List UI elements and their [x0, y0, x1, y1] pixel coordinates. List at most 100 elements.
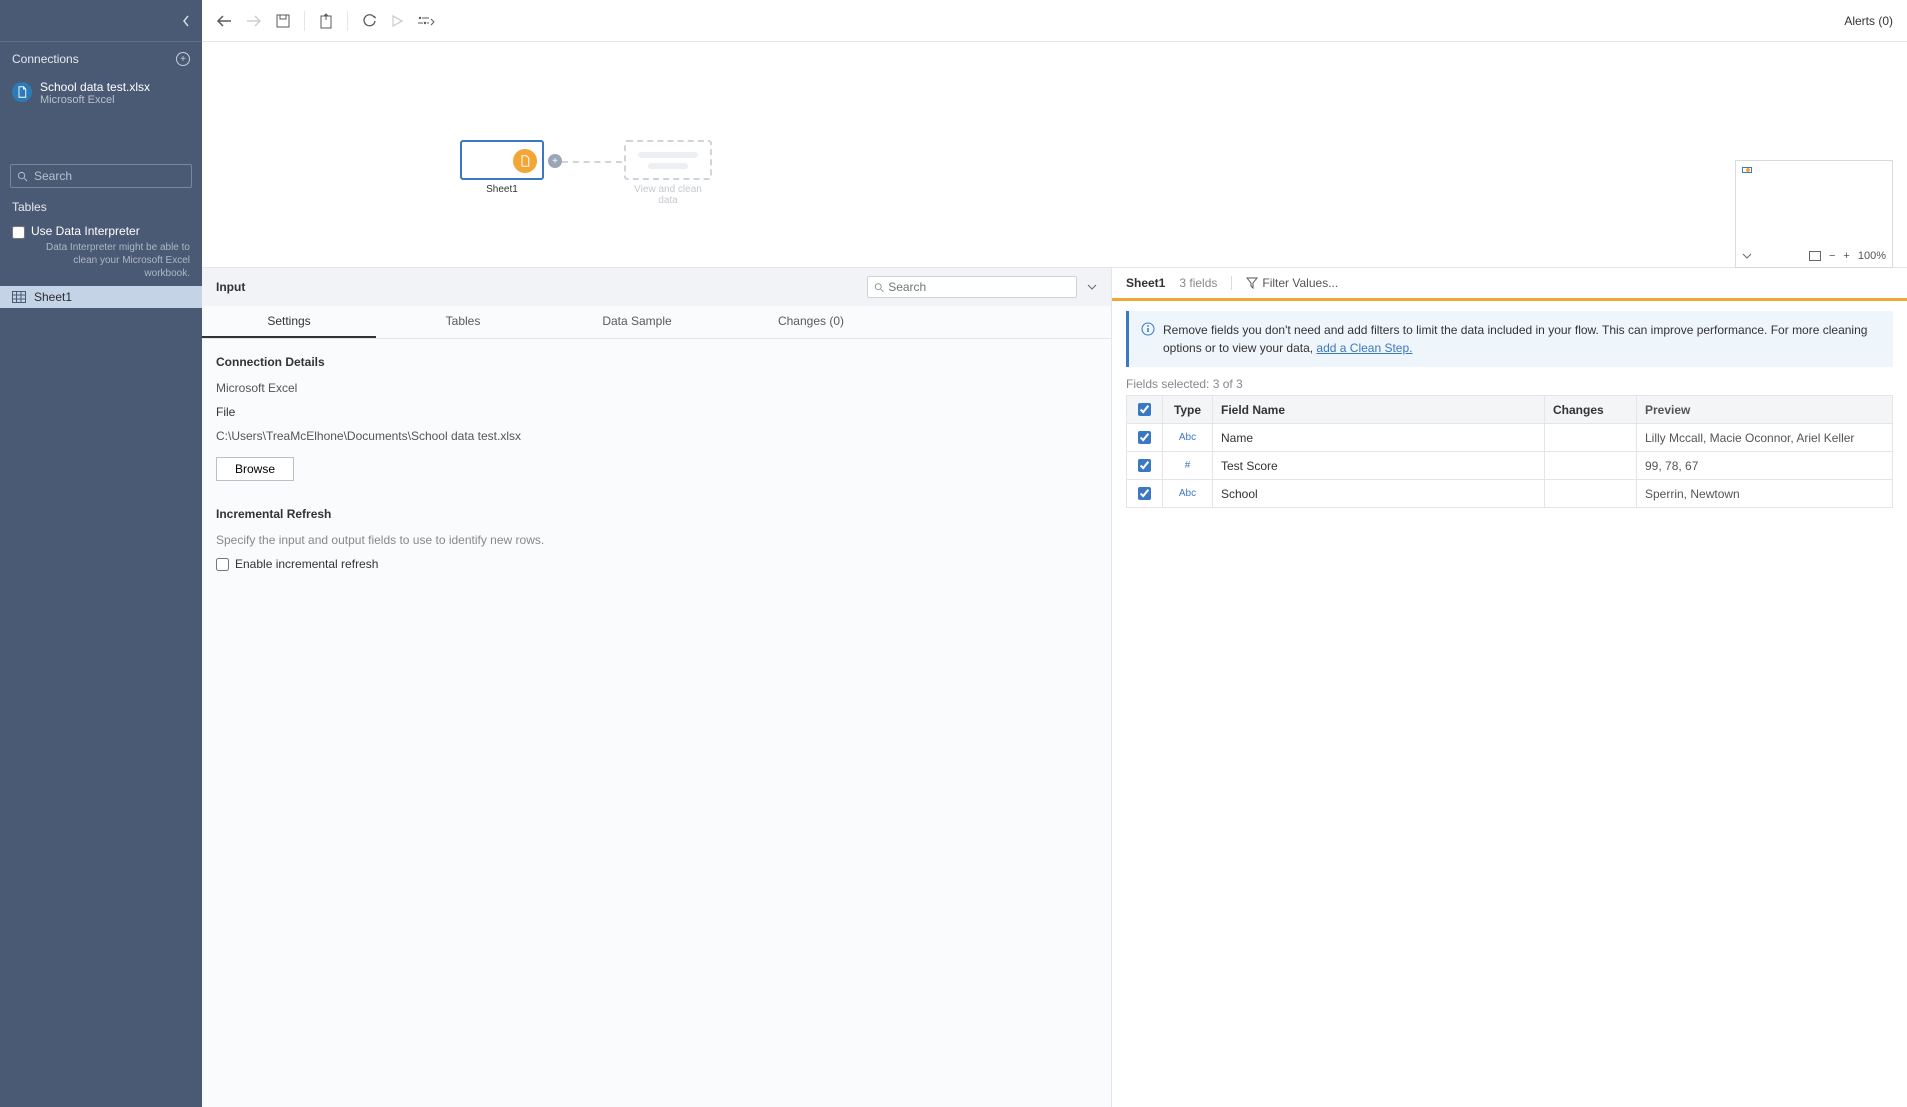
table-icon [12, 291, 26, 303]
bottom-panes: Input Settings Tables Data Sample Change… [202, 268, 1907, 1107]
table-row: Abc School Sperrin, Newtown [1127, 480, 1892, 508]
data-interpreter-label: Use Data Interpreter [31, 224, 140, 238]
col-field-name: Field Name [1213, 396, 1545, 423]
input-pane: Input Settings Tables Data Sample Change… [202, 268, 1112, 1107]
zoom-in-button[interactable]: + [1843, 250, 1849, 262]
sidebar-table-item[interactable]: Sheet1 [0, 286, 202, 308]
row-type[interactable]: Abc [1163, 480, 1213, 507]
row-type[interactable]: Abc [1163, 424, 1213, 451]
connections-header: Connections + [0, 42, 202, 74]
save-icon[interactable] [276, 14, 290, 28]
incremental-refresh-label: Enable incremental refresh [235, 557, 378, 571]
source-type: Microsoft Excel [216, 381, 1097, 395]
tables-header: Tables [0, 196, 202, 220]
input-search[interactable] [867, 276, 1077, 298]
connection-text: School data test.xlsx Microsoft Excel [40, 80, 150, 106]
info-banner-text: Remove fields you don't need and add fil… [1163, 321, 1881, 357]
sidebar: Connections + School data test.xlsx Micr… [0, 0, 202, 1107]
connections-label: Connections [12, 52, 79, 66]
back-button[interactable] [216, 14, 232, 28]
info-banner: Remove fields you don't need and add fil… [1126, 311, 1893, 367]
zoom-out-button[interactable]: − [1829, 250, 1835, 262]
add-step-button[interactable]: + [548, 154, 562, 168]
table-row: # Test Score 99, 78, 67 [1127, 452, 1892, 480]
sidebar-collapse-bar [0, 0, 202, 42]
flow-canvas[interactable]: Sheet1 + View and clean data − + 100% [202, 42, 1907, 268]
row-preview: Sperrin, Newtown [1637, 480, 1892, 507]
row-name[interactable]: Name [1213, 424, 1545, 451]
tab-data-sample[interactable]: Data Sample [550, 306, 724, 338]
row-name[interactable]: School [1213, 480, 1545, 507]
data-preview-pane: Sheet1 3 fields Filter Values... Remove … [1112, 268, 1907, 1107]
preview-field-count: 3 fields [1179, 276, 1217, 290]
input-pane-header: Input [202, 268, 1111, 306]
add-clean-step-link[interactable]: add a Clean Step. [1316, 341, 1412, 355]
publish-icon[interactable] [319, 13, 333, 29]
incremental-refresh-row: Enable incremental refresh [216, 557, 1097, 571]
data-interpreter-desc: Data Interpreter might be able to clean … [0, 241, 202, 286]
connection-name: School data test.xlsx [40, 80, 150, 94]
input-search-field[interactable] [888, 280, 1070, 294]
input-tabs: Settings Tables Data Sample Changes (0) [202, 306, 1111, 339]
file-label: File [216, 405, 1097, 419]
flow-input-node[interactable]: Sheet1 [460, 140, 544, 195]
browse-button[interactable]: Browse [216, 457, 294, 481]
flow-connector [562, 161, 622, 163]
row-changes [1545, 480, 1637, 507]
row-changes [1545, 452, 1637, 479]
input-chevron-down-icon[interactable] [1087, 284, 1097, 290]
add-connection-button[interactable]: + [176, 52, 190, 66]
main-area: Alerts (0) Sheet1 + View and clean data … [202, 0, 1907, 1107]
search-icon [17, 171, 28, 182]
fields-selected-meta: Fields selected: 3 of 3 [1112, 367, 1907, 395]
col-changes: Changes [1545, 396, 1637, 423]
row-preview: 99, 78, 67 [1637, 452, 1892, 479]
row-type[interactable]: # [1163, 452, 1213, 479]
col-preview: Preview [1637, 396, 1892, 423]
row-checkbox[interactable] [1138, 487, 1151, 500]
toolbar: Alerts (0) [202, 0, 1907, 42]
data-interpreter-row: Use Data Interpreter [0, 220, 202, 241]
file-path: C:\Users\TreaMcElhone\Documents\School d… [216, 429, 1097, 443]
row-changes [1545, 424, 1637, 451]
tab-settings[interactable]: Settings [202, 306, 376, 338]
connection-file-icon [12, 82, 32, 102]
flow-drop-label: View and clean data [624, 184, 712, 206]
incremental-refresh-heading: Incremental Refresh [216, 507, 1097, 521]
fields-table: Type Field Name Changes Preview Abc Name… [1126, 395, 1893, 508]
refresh-icon[interactable] [362, 13, 377, 28]
tab-tables[interactable]: Tables [376, 306, 550, 338]
filter-values-button[interactable]: Filter Values... [1246, 276, 1338, 290]
settings-panel: Connection Details Microsoft Excel File … [202, 339, 1111, 587]
flow-node-label: Sheet1 [460, 184, 544, 195]
data-interpreter-checkbox[interactable] [12, 226, 25, 239]
fields-table-header: Type Field Name Changes Preview [1127, 396, 1892, 424]
table-row: Abc Name Lilly Mccall, Macie Oconnor, Ar… [1127, 424, 1892, 452]
minimap-controls: − + 100% [1735, 244, 1893, 268]
flow-options-icon[interactable] [417, 15, 435, 27]
forward-button[interactable] [246, 14, 262, 28]
row-name[interactable]: Test Score [1213, 452, 1545, 479]
row-checkbox[interactable] [1138, 459, 1151, 472]
sidebar-table-name: Sheet1 [34, 290, 72, 304]
connection-type: Microsoft Excel [40, 94, 150, 106]
preview-header: Sheet1 3 fields Filter Values... [1112, 268, 1907, 301]
flow-drop-target[interactable] [624, 140, 712, 180]
row-preview: Lilly Mccall, Macie Oconnor, Ariel Kelle… [1637, 424, 1892, 451]
chevron-left-icon[interactable] [182, 15, 190, 27]
incremental-refresh-checkbox[interactable] [216, 558, 229, 571]
zoom-fit-icon[interactable] [1809, 251, 1821, 261]
zoom-level: 100% [1858, 250, 1886, 262]
input-node-icon [513, 149, 537, 173]
alerts-link[interactable]: Alerts (0) [1844, 14, 1893, 28]
tab-changes[interactable]: Changes (0) [724, 306, 898, 338]
info-icon [1141, 322, 1155, 357]
sidebar-search[interactable] [10, 164, 192, 188]
run-flow-icon[interactable] [391, 14, 403, 28]
minimap-chevron-down-icon[interactable] [1742, 253, 1752, 259]
row-checkbox[interactable] [1138, 431, 1151, 444]
connection-item[interactable]: School data test.xlsx Microsoft Excel [0, 74, 202, 116]
input-pane-title: Input [216, 280, 245, 294]
sidebar-search-input[interactable] [34, 169, 185, 183]
select-all-checkbox[interactable] [1138, 403, 1151, 416]
